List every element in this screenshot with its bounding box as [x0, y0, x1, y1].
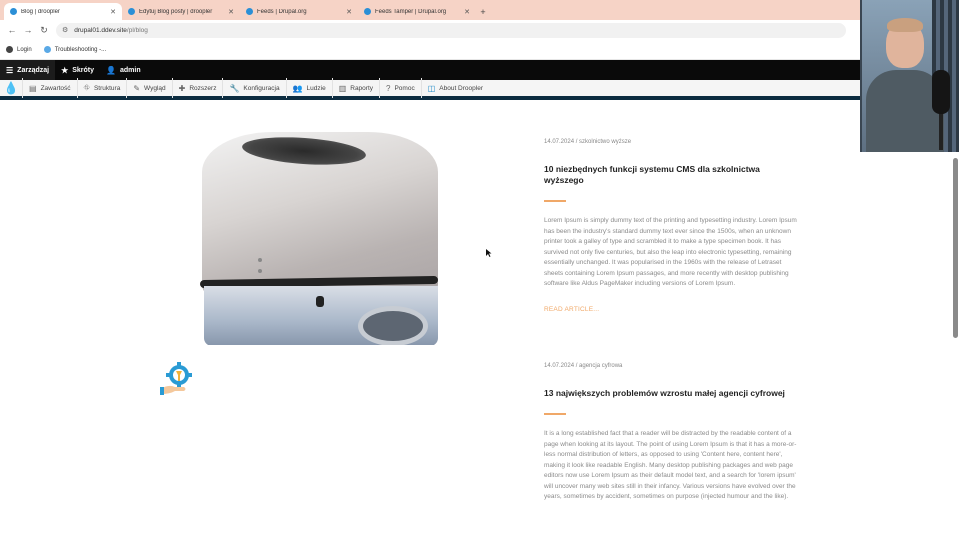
bookmarks-bar: Login Troubleshooting -... — [0, 40, 860, 60]
menu-item-appearance[interactable]: ✎ Wygląd — [126, 78, 171, 98]
menu-item-about-droopler[interactable]: ◫ About Droopler — [420, 78, 489, 98]
close-tab-icon[interactable]: ✕ — [228, 8, 234, 16]
article-meta: 14.07.2024 / agencja cyfrowa — [544, 363, 623, 369]
url-host: drupal01.ddev.site — [74, 26, 127, 34]
drupal-drop-icon[interactable]: 💧 — [0, 78, 22, 98]
tab-title: Feeds | Drupal.org — [257, 8, 307, 15]
extend-icon: ✚ — [178, 83, 186, 93]
browser-tab[interactable]: Feeds | Drupal.org ✕ — [240, 3, 358, 20]
toolbar-shortcuts[interactable]: ★ Skróty — [55, 60, 100, 80]
article-card: 14.07.2024 / agencja cyfrowa 13 najwięks… — [544, 363, 800, 503]
toolbar-user-label: admin — [120, 66, 141, 74]
close-tab-icon[interactable]: ✕ — [464, 8, 470, 16]
reload-icon[interactable]: ↻ — [36, 22, 52, 38]
tab-title: Feeds Tamper | Drupal.org — [375, 8, 447, 15]
forward-arrow-icon[interactable]: → — [20, 22, 36, 38]
menu-item-people[interactable]: 👥 Ludzie — [285, 78, 332, 98]
toolbar-user[interactable]: 👤 admin — [100, 60, 147, 80]
menu-item-structure[interactable]: ⛗ Struktura — [76, 78, 127, 98]
drupal-favicon-icon — [10, 8, 17, 15]
appearance-icon: ✎ — [133, 83, 141, 93]
content-icon: ▤ — [29, 83, 37, 93]
microphone-arm — [939, 110, 943, 150]
menu-item-reports[interactable]: ▥ Raporty — [331, 78, 379, 98]
title-divider — [544, 413, 566, 415]
menu-item-content[interactable]: ▤ Zawartość — [22, 78, 77, 98]
menu-item-label: Raporty — [350, 84, 374, 92]
menu-item-label: Konfiguracja — [243, 84, 280, 92]
menu-item-label: Struktura — [93, 84, 121, 92]
article-card: 14.07.2024 / szkolnictwo wyższe 10 niezb… — [544, 139, 800, 313]
hand-gear-wrench-icon — [160, 362, 192, 395]
bookmark-troubleshooting[interactable]: Troubleshooting -... — [43, 46, 107, 53]
back-arrow-icon[interactable]: ← — [4, 22, 20, 38]
menu-item-label: Rozszerz — [189, 84, 217, 92]
menu-item-extend[interactable]: ✚ Rozszerz — [171, 78, 223, 98]
webcam-person-hair — [887, 18, 923, 32]
article-title[interactable]: 13 największych problemów wzrostu małej … — [544, 388, 800, 399]
site-settings-icon[interactable]: ⚙ — [62, 26, 68, 34]
menu-item-label: Ludzie — [306, 84, 326, 92]
globe-icon — [6, 46, 13, 53]
tab-title: Blog | droopler — [21, 8, 60, 15]
motor-detail — [258, 258, 262, 262]
article-meta: 14.07.2024 / szkolnictwo wyższe — [544, 139, 632, 145]
url-path: /pl/blog — [126, 26, 148, 34]
people-icon: 👥 — [292, 83, 303, 93]
admin-menu: 💧 ▤ Zawartość ⛗ Struktura ✎ Wygląd ✚ Roz… — [0, 78, 860, 100]
bookmark-favicon-icon — [43, 46, 51, 53]
browser-tab[interactable]: Blog | droopler ✕ — [4, 3, 122, 20]
droopler-icon: ◫ — [427, 83, 436, 93]
article-title[interactable]: 10 niezbędnych funkcji systemu CMS dla s… — [544, 164, 800, 186]
blog-content: 14.07.2024 / szkolnictwo wyższe 10 niezb… — [0, 104, 959, 540]
toolbar-manage-label: Zarządzaj — [17, 66, 50, 74]
address-bar-row: ← → ↻ ⚙ drupal01.ddev.site/pl/blog — [0, 20, 860, 40]
article-image[interactable] — [198, 128, 441, 345]
menu-item-label: About Droopler — [439, 84, 483, 92]
menu-item-config[interactable]: 🔧 Konfiguracja — [222, 78, 285, 98]
user-icon: 👤 — [106, 65, 117, 75]
toolbar-shortcuts-label: Skróty — [72, 66, 95, 74]
mouse-cursor-icon — [486, 249, 492, 257]
star-icon: ★ — [61, 65, 69, 75]
menu-item-label: Zawartość — [40, 84, 71, 92]
title-divider — [544, 200, 566, 202]
config-icon: 🔧 — [229, 83, 240, 93]
drupal-favicon-icon — [364, 8, 371, 15]
drupal-toolbar: ☰ Zarządzaj ★ Skróty 👤 admin — [0, 60, 860, 80]
url-input[interactable]: ⚙ drupal01.ddev.site/pl/blog — [56, 22, 846, 38]
menu-item-help[interactable]: ? Pomoc — [379, 78, 421, 98]
tab-title: Edytuj Blog posty | droopler — [139, 8, 213, 15]
bookmark-label: Troubleshooting -... — [54, 46, 107, 53]
menu-item-label: Wygląd — [144, 84, 166, 92]
help-icon: ? — [386, 83, 391, 93]
structure-icon: ⛗ — [83, 83, 90, 92]
reports-icon: ▥ — [338, 83, 347, 93]
bookmark-login[interactable]: Login — [6, 46, 32, 53]
motor-detail — [258, 269, 262, 273]
browser-tab-strip: Blog | droopler ✕ Edytuj Blog posty | dr… — [0, 0, 860, 20]
browser-tab[interactable]: Feeds Tamper | Drupal.org ✕ — [358, 3, 476, 20]
close-tab-icon[interactable]: ✕ — [110, 8, 116, 16]
menu-item-label: Pomoc — [394, 84, 415, 92]
close-tab-icon[interactable]: ✕ — [346, 8, 352, 16]
toolbar-manage[interactable]: ☰ Zarządzaj — [0, 60, 56, 80]
new-tab-button[interactable]: + — [476, 3, 490, 20]
hamburger-icon: ☰ — [6, 65, 14, 75]
article-excerpt: Lorem Ipsum is simply dummy text of the … — [544, 217, 797, 287]
article-excerpt: It is a long established fact that a rea… — [544, 430, 797, 500]
drupal-favicon-icon — [128, 8, 135, 15]
motor-mechanism — [358, 306, 428, 345]
page-scrollbar[interactable] — [953, 158, 958, 338]
bookmark-label: Login — [17, 46, 32, 53]
read-article-link[interactable]: READ ARTICLE... — [544, 306, 800, 313]
browser-tab[interactable]: Edytuj Blog posty | droopler ✕ — [122, 3, 240, 20]
microphone-icon — [932, 70, 950, 114]
motor-latch — [316, 296, 324, 307]
webcam-overlay — [860, 0, 959, 152]
drupal-favicon-icon — [246, 8, 253, 15]
